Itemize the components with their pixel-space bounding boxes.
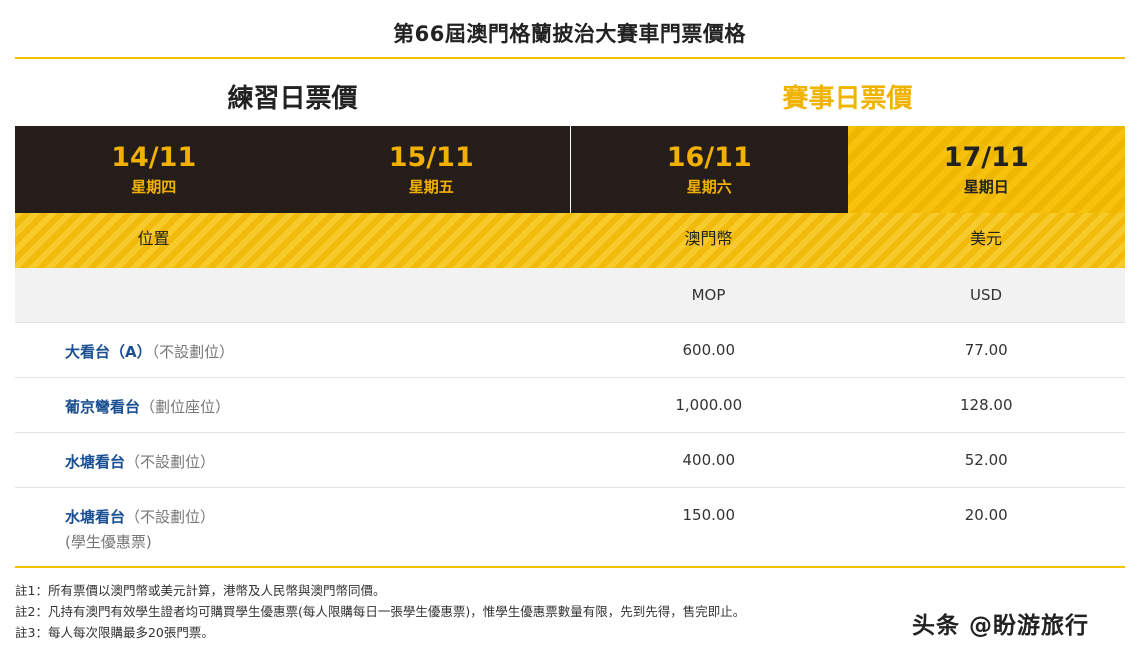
table-row: 大看台（A）（不設劃位） 600.00 77.00: [15, 323, 1125, 378]
subheader-position: [15, 268, 292, 322]
seat-name: 大看台（A）: [65, 343, 152, 361]
seat-name: 水塘看台: [65, 508, 126, 526]
date-header-row: 14/11 星期四 15/11 星期五 16/11 星期六 17/11 星期日: [15, 126, 1125, 213]
page-title: 第66屆澳門格蘭披治大賽車門票價格: [393, 22, 746, 46]
weekday-label: 星期五: [408, 178, 454, 196]
seat-note: （劃位座位）: [140, 398, 231, 416]
seat-cell: 水塘看台（不設劃位）: [15, 433, 570, 487]
date-cell-4: 17/11 星期日: [847, 126, 1125, 213]
header-mop: 澳門幣: [684, 229, 733, 248]
header-usd: 美元: [969, 229, 1002, 248]
seat-cell: 大看台（A）（不設劃位）: [15, 323, 570, 377]
date-cell-1: 14/11 星期四: [15, 126, 293, 213]
subheader-usd: USD: [969, 286, 1003, 304]
price-table-body: 大看台（A）（不設劃位） 600.00 77.00 葡京彎看台（劃位座位） 1,…: [15, 323, 1125, 566]
weekday-label: 星期日: [963, 178, 1009, 196]
currency-code-row: MOP USD: [15, 268, 1125, 323]
price-usd: 20.00: [964, 506, 1008, 524]
practice-day-heading: 練習日票價: [227, 84, 358, 114]
table-row: 葡京彎看台（劃位座位） 1,000.00 128.00: [15, 378, 1125, 433]
subheader-spacer: [292, 268, 570, 322]
price-mop: 150.00: [682, 506, 736, 524]
seat-subnote: (學生優惠票): [65, 533, 152, 551]
seat-name: 葡京彎看台: [65, 398, 141, 416]
date-cell-3: 16/11 星期六: [570, 126, 848, 213]
weekday-label: 星期四: [131, 178, 177, 196]
price-mop: 600.00: [682, 341, 736, 359]
header-position: 位置: [137, 229, 170, 248]
table-row: 水塘看台（不設劃位） (學生優惠票) 150.00 20.00: [15, 488, 1125, 566]
table-row: 水塘看台（不設劃位） 400.00 52.00: [15, 433, 1125, 488]
date-label: 16/11: [666, 142, 752, 173]
seat-note: （不設劃位）: [151, 343, 235, 361]
subheader-mop: MOP: [691, 286, 726, 304]
column-header-row: 位置 澳門幣 美元: [15, 213, 1125, 268]
footnote-1: 註1：所有票價以澳門幣或美元計算，港幣及人民幣與澳門幣同價。: [15, 583, 386, 598]
seat-cell: 水塘看台（不設劃位） (學生優惠票): [15, 488, 570, 566]
price-mop: 400.00: [682, 451, 736, 469]
price-mop: 1,000.00: [675, 396, 743, 414]
race-day-heading: 賽事日票價: [782, 84, 913, 114]
title-divider: [15, 57, 1125, 59]
date-cell-2: 15/11 星期五: [292, 126, 570, 213]
seat-name: 水塘看台: [65, 453, 126, 471]
weekday-label: 星期六: [686, 178, 732, 196]
seat-note: （不設劃位）: [125, 508, 216, 526]
date-label: 17/11: [943, 142, 1029, 173]
header-spacer: [292, 213, 570, 268]
seat-note: （不設劃位）: [125, 453, 216, 471]
watermark: 头条 @盼游旅行: [912, 613, 1090, 639]
price-usd: 77.00: [964, 341, 1008, 359]
table-bottom-divider: [15, 566, 1125, 568]
date-label: 14/11: [111, 142, 197, 173]
price-usd: 128.00: [960, 396, 1013, 414]
date-label: 15/11: [388, 142, 474, 173]
price-usd: 52.00: [964, 451, 1008, 469]
seat-cell: 葡京彎看台（劃位座位）: [15, 378, 570, 432]
